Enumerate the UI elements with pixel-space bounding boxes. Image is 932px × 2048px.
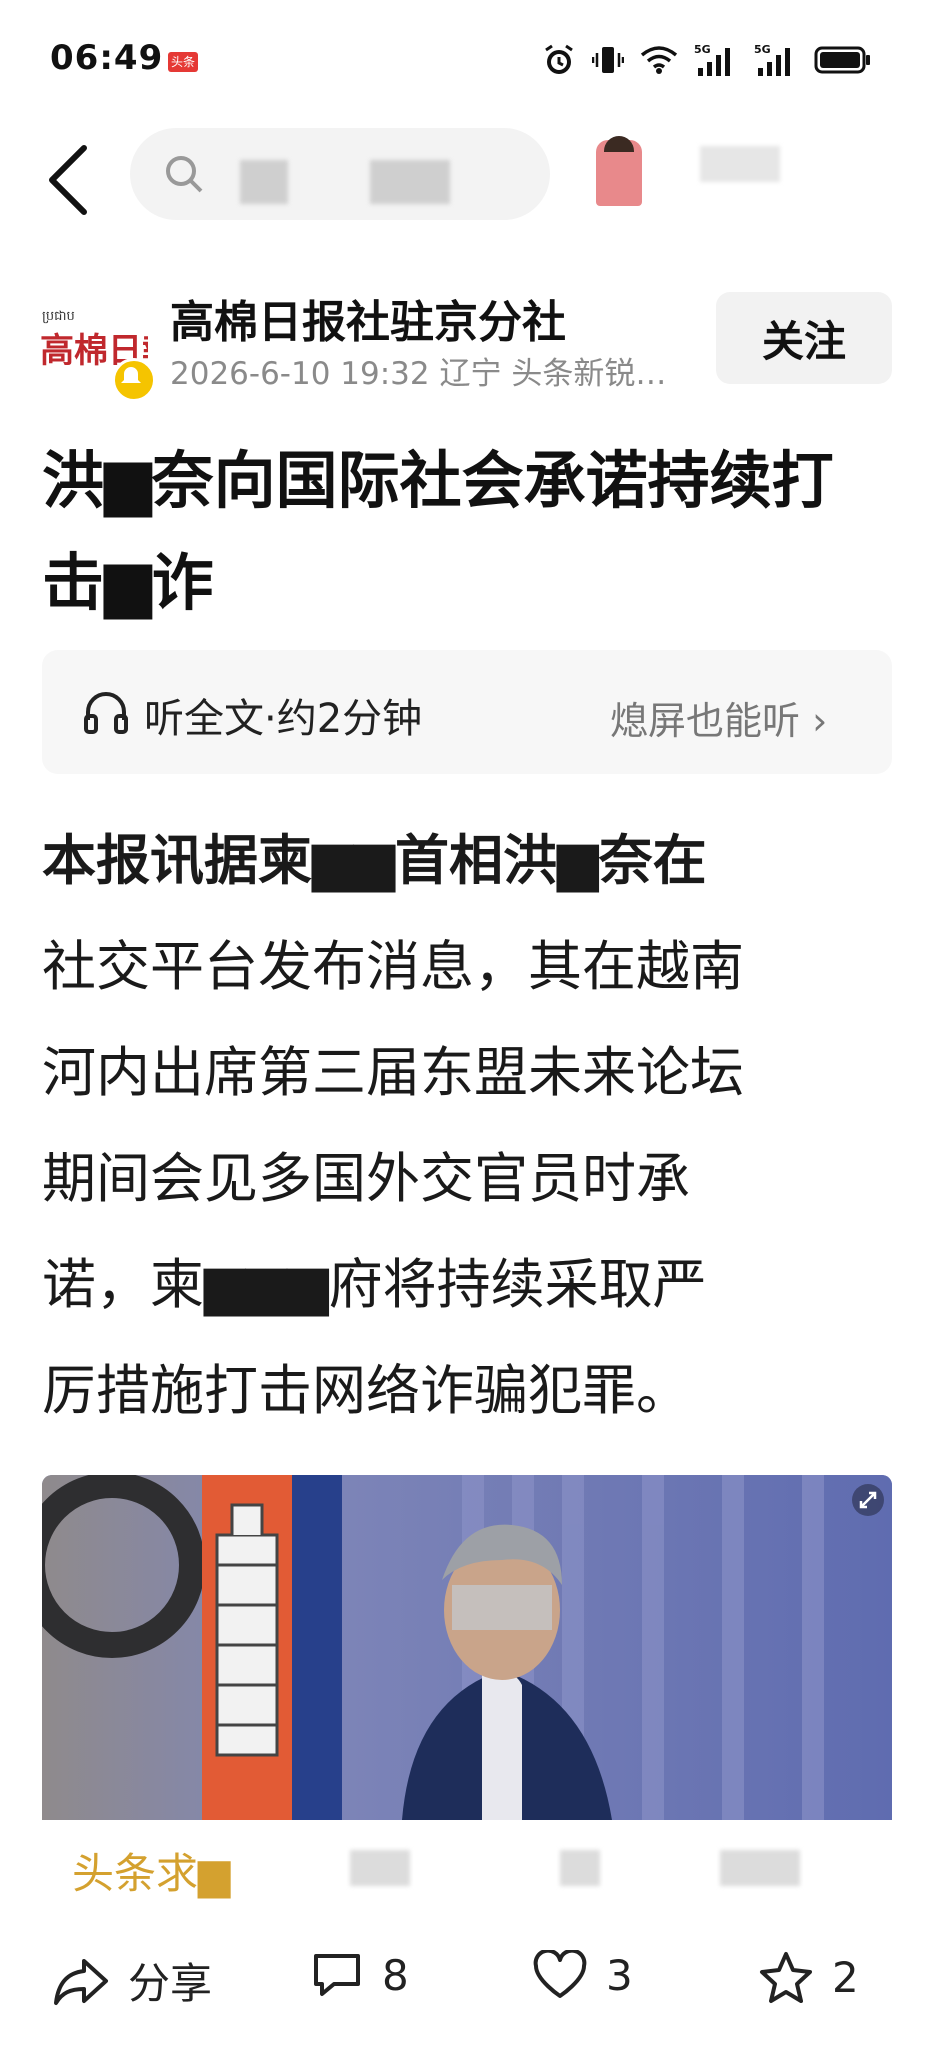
redacted-block (350, 1850, 410, 1886)
svg-text:5G: 5G (694, 43, 711, 56)
back-chevron-icon (49, 145, 87, 215)
heart-icon (533, 1950, 587, 1998)
comment-icon (314, 1954, 360, 1996)
like-button[interactable]: 3 (532, 1950, 633, 2000)
share-label: 分享 (128, 1959, 213, 2008)
search-bar[interactable] (130, 128, 550, 220)
signal-5g-icon: 5G (694, 43, 730, 76)
svg-text:5G: 5G (754, 43, 771, 56)
status-time: 06:49 (50, 38, 164, 78)
comment-count: 8 (382, 1950, 409, 2000)
expand-image-icon[interactable] (852, 1484, 884, 1516)
back-button[interactable] (44, 140, 104, 220)
redacted-block (240, 160, 288, 204)
publish-meta: 2026-6-10 19:32 辽宁 头条新锐… (170, 356, 667, 392)
title-line: 洪▆奈向国际社会承诺持续打 (42, 444, 834, 517)
related-search-label[interactable]: 头条求▆ (72, 1840, 230, 1901)
star-icon (760, 1952, 812, 2003)
svg-text:ប្រជាប: ប្រជាប (42, 309, 75, 324)
listen-label: 听全文·约2分钟 (144, 696, 423, 742)
body-line: 社交平台发布消息，其在越南 (42, 935, 744, 998)
status-icons: 5G 5G (542, 42, 872, 78)
redacted-block (720, 1850, 800, 1886)
body-line: 诺，柬▆▆▆府将持续采取严 (42, 1253, 707, 1316)
share-button[interactable]: 分享 (52, 1950, 212, 2011)
comment-button[interactable]: 8 (310, 1950, 409, 2000)
follow-button[interactable]: 关注 (716, 292, 892, 384)
redacted-block (560, 1850, 600, 1886)
wifi-icon (640, 46, 678, 74)
signal-5g-icon: 5G (754, 43, 790, 76)
verified-badge-icon (112, 358, 156, 402)
search-icon (166, 156, 203, 193)
app-badge: 头条 (168, 52, 198, 72)
screen-off-listen-link[interactable]: 熄屏也能听 › (610, 690, 827, 745)
body-line: 河内出席第三届东盟未来论坛 (42, 1041, 744, 1104)
body-line: 期间会见多国外交官员时承 (42, 1147, 690, 1210)
redacted-block (700, 146, 780, 182)
share-icon (54, 1958, 108, 2005)
article-title: 洪▆奈向国际社会承诺持续打 击▆诈 (42, 430, 902, 634)
title-line: 击▆诈 (42, 546, 214, 619)
article-image[interactable] (42, 1475, 892, 1820)
avatar[interactable] (596, 136, 642, 206)
redacted-block (370, 160, 450, 204)
headphones-icon (80, 686, 132, 738)
alarm-icon (545, 44, 573, 74)
author-name[interactable]: 高棉日报社驻京分社 (170, 286, 566, 350)
body-line: 厉措施打击网络诈骗犯罪。 (42, 1359, 690, 1422)
favorite-button[interactable]: 2 (758, 1950, 859, 2004)
body-line: 本报讯据柬▆▆首相洪▆奈在 (42, 829, 707, 892)
blurred-face (452, 1585, 552, 1630)
like-count: 3 (606, 1950, 633, 2000)
avatar-hair (604, 136, 634, 152)
article-body: 本报讯据柬▆▆首相洪▆奈在 社交平台发布消息，其在越南 河内出席第三届东盟未来论… (42, 808, 892, 1444)
favorite-count: 2 (832, 1952, 859, 2002)
battery-icon (814, 46, 870, 74)
vibrate-icon (592, 47, 624, 73)
